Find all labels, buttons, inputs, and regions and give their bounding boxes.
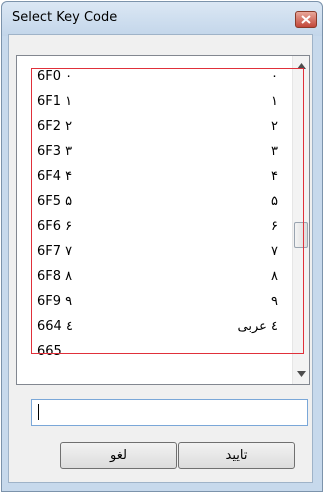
- list-item-glyph: ۰: [271, 69, 278, 84]
- list-item[interactable]: 6F5 ۵ ۵: [17, 191, 289, 216]
- list-item[interactable]: 6F6 ۶ ۶: [17, 216, 289, 241]
- list-item-code: 6F4 ۴: [37, 169, 73, 184]
- list-item-glyph: ۴: [271, 169, 278, 184]
- list-item-code: 6F2 ۲: [37, 119, 73, 134]
- list-item-glyph: ۶: [271, 219, 278, 234]
- list-item[interactable]: 664 ٤ ٤ عربی: [17, 316, 289, 341]
- list-scrollbar[interactable]: [292, 56, 309, 384]
- key-code-input[interactable]: [31, 399, 308, 426]
- list-item-glyph: ٤ عربی: [237, 319, 279, 334]
- chevron-up-icon: [296, 63, 306, 69]
- ok-button[interactable]: تایید: [178, 442, 295, 469]
- scroll-thumb[interactable]: [294, 222, 308, 248]
- list-item-glyph: ۸: [271, 269, 278, 284]
- list-item[interactable]: 665: [17, 341, 289, 366]
- list-item[interactable]: 6F9 ۹ ۹: [17, 291, 289, 316]
- list-item-code: 6F7 ۷: [37, 244, 73, 259]
- close-button[interactable]: [295, 11, 317, 28]
- list-item-glyph: ۹: [271, 294, 278, 309]
- list-item-glyph: ۵: [271, 194, 278, 209]
- key-code-list[interactable]: 6F0 ۰ ۰ 6F1 ۱ ۱ 6F2 ۲ ۲ 6F3 ۳ ۳ 6F4 ۴ ۴ 6F5 ۵ ۵ 6F6 …: [16, 55, 310, 385]
- list-item-code: 6F9 ۹: [37, 294, 73, 309]
- key-code-rows: 6F0 ۰ ۰ 6F1 ۱ ۱ 6F2 ۲ ۲ 6F3 ۳ ۳ 6F4 ۴ ۴ 6F5 ۵ ۵ 6F6 …: [17, 66, 289, 366]
- list-item-code: 6F5 ۵: [37, 194, 73, 209]
- list-item[interactable]: 6F2 ۲ ۲: [17, 116, 289, 141]
- list-item-code: 6F3 ۳: [37, 144, 73, 159]
- chevron-down-icon: [296, 371, 306, 377]
- list-item[interactable]: 6F0 ۰ ۰: [17, 66, 289, 91]
- scroll-down-button[interactable]: [293, 366, 309, 382]
- list-item-code: 665: [37, 344, 62, 359]
- list-item-glyph: ۳: [271, 144, 278, 159]
- list-item-code: 6F8 ۸: [37, 269, 73, 284]
- window-title: Select Key Code: [12, 10, 118, 25]
- list-item-glyph: ۲: [271, 119, 278, 134]
- list-item-glyph: ۷: [271, 244, 278, 259]
- list-item[interactable]: 6F3 ۳ ۳: [17, 141, 289, 166]
- text-caret: [38, 404, 39, 420]
- list-item[interactable]: 6F1 ۱ ۱: [17, 91, 289, 116]
- list-item[interactable]: 6F7 ۷ ۷: [17, 241, 289, 266]
- list-item[interactable]: 6F4 ۴ ۴: [17, 166, 289, 191]
- scroll-up-button[interactable]: [293, 58, 309, 74]
- list-item[interactable]: 6F8 ۸ ۸: [17, 266, 289, 291]
- list-item-code: 664 ٤: [37, 319, 73, 334]
- list-item-glyph: ۱: [271, 94, 278, 109]
- list-item-code: 6F6 ۶: [37, 219, 73, 234]
- close-icon: [301, 15, 311, 24]
- title-bar[interactable]: Select Key Code: [2, 2, 322, 36]
- list-item-code: 6F1 ۱: [37, 94, 73, 109]
- cancel-button[interactable]: لغو: [60, 442, 177, 469]
- list-item-code: 6F0 ۰: [37, 69, 73, 84]
